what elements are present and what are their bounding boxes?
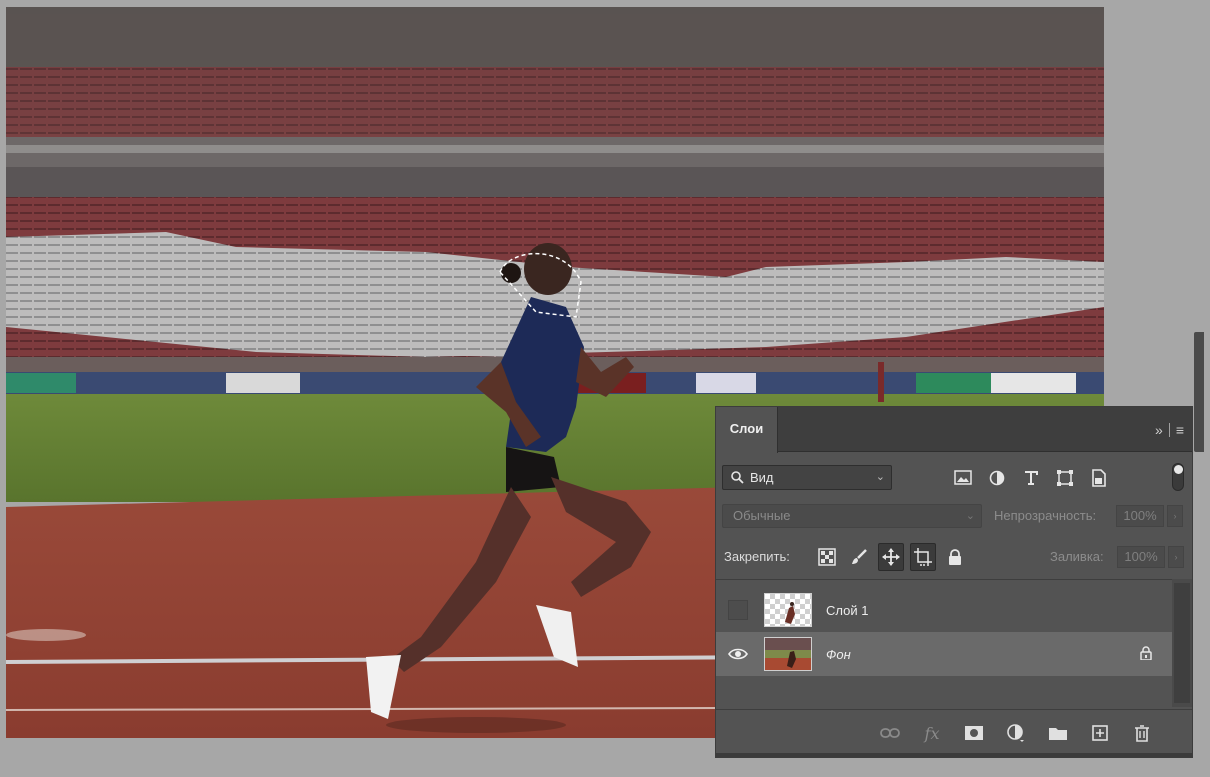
opacity-arrow-icon[interactable]: › (1167, 505, 1183, 527)
chevron-down-icon: ⌄ (875, 471, 885, 483)
layer-filter-row: Вид ⌄ (722, 463, 1184, 491)
delete-layer-icon[interactable] (1126, 718, 1158, 748)
layer-thumbnail (764, 637, 812, 671)
filter-kind-value: Вид (750, 470, 774, 485)
blend-mode-select[interactable]: Обычные ⌄ (722, 504, 982, 528)
side-panel-edge[interactable] (1194, 332, 1204, 452)
lock-transparent-pixels-icon[interactable] (814, 543, 840, 571)
smart-object-filter-icon[interactable] (1088, 467, 1110, 489)
fill-input[interactable]: 100% (1117, 546, 1165, 568)
pixel-layer-filter-icon[interactable] (952, 467, 974, 489)
collapse-icon[interactable]: » (1155, 422, 1163, 438)
new-group-icon[interactable] (1042, 718, 1074, 748)
lock-icons (814, 543, 968, 571)
search-icon (731, 471, 744, 484)
panel-footer: fx (716, 709, 1192, 757)
filter-kind-select[interactable]: Вид ⌄ (722, 465, 892, 490)
blend-row: Обычные ⌄ Непрозрачность: 100% › (722, 504, 1184, 528)
divider (1168, 423, 1170, 437)
layer-name[interactable]: Фон (826, 647, 851, 662)
tab-layers[interactable]: Слои (716, 407, 778, 453)
lock-all-icon[interactable] (942, 543, 968, 571)
type-filter-icon[interactable] (1020, 467, 1042, 489)
panel-header: Слои » ≡ (716, 407, 1192, 453)
blend-mode-value: Обычные (733, 508, 791, 523)
lock-position-icon[interactable] (878, 543, 904, 571)
new-layer-icon[interactable] (1084, 718, 1116, 748)
filter-toggle-switch[interactable] (1172, 463, 1184, 491)
footer-icons: fx (874, 718, 1158, 748)
layers-list: Слой 1 Фон (716, 579, 1178, 707)
add-mask-icon[interactable] (958, 718, 990, 748)
adjustment-layer-icon[interactable] (1000, 718, 1032, 748)
panel-menu-icon[interactable]: ≡ (1176, 422, 1184, 438)
fill-arrow-icon[interactable]: › (1168, 546, 1184, 568)
adjustment-filter-icon[interactable] (986, 467, 1008, 489)
opacity-input[interactable]: 100% (1116, 505, 1164, 527)
lock-row: Закрепить: Заливка: 100% › (724, 543, 1184, 571)
opacity-label: Непрозрачность: (994, 508, 1097, 523)
chevron-down-icon: ⌄ (965, 510, 975, 522)
layer-name[interactable]: Слой 1 (826, 603, 868, 618)
filter-type-icons (952, 465, 1110, 490)
layer-row-layer1[interactable]: Слой 1 (716, 588, 1172, 632)
fill-label: Заливка: (1050, 549, 1104, 564)
layers-panel: Слои » ≡ Вид ⌄ Обычные ⌄ Непрозрачность:… (715, 406, 1193, 758)
panel-header-controls: » ≡ (1155, 421, 1184, 439)
fx-icon[interactable]: fx (916, 718, 948, 748)
lock-image-pixels-icon[interactable] (846, 543, 872, 571)
layer-thumbnail (764, 593, 812, 627)
lock-artboard-icon[interactable] (910, 543, 936, 571)
shape-filter-icon[interactable] (1054, 467, 1076, 489)
workspace: Слои » ≡ Вид ⌄ Обычные ⌄ Непрозрачность:… (0, 0, 1210, 777)
lock-label: Закрепить: (724, 549, 790, 564)
layer-row-background[interactable]: Фон (716, 632, 1172, 676)
lock-icon (1140, 645, 1152, 663)
link-layers-icon[interactable] (874, 718, 906, 748)
layers-scrollbar[interactable] (1172, 579, 1192, 707)
visibility-toggle[interactable] (728, 600, 748, 620)
scrollbar-thumb[interactable] (1174, 583, 1190, 703)
eye-icon[interactable] (728, 644, 748, 664)
panel-resize-edge[interactable] (716, 753, 1192, 757)
